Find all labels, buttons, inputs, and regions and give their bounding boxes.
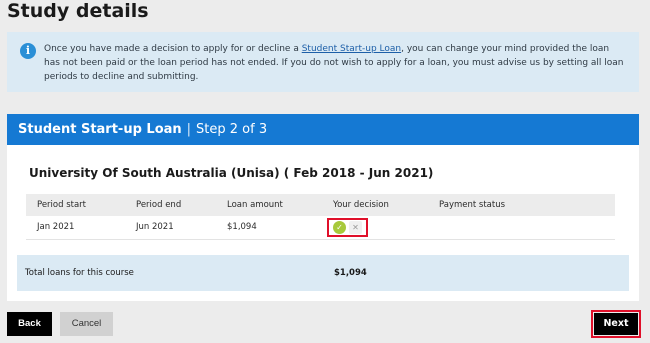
cell-decision: ✓ ✕ — [322, 216, 428, 240]
header-your-decision: Your decision — [322, 194, 428, 216]
step-indicator: Step 2 of 3 — [196, 122, 268, 137]
next-button[interactable]: Next — [594, 313, 638, 335]
student-start-up-loan-link[interactable]: Student Start-up Loan — [302, 44, 401, 54]
accept-check-icon[interactable]: ✓ — [333, 220, 346, 234]
info-text-start: Once you have made a decision to apply f… — [44, 44, 302, 54]
table-header-row: Period start Period end Loan amount Your… — [26, 194, 615, 216]
cell-payment-status — [428, 216, 615, 240]
decline-x-icon[interactable]: ✕ — [349, 220, 362, 234]
loan-table: Period start Period end Loan amount Your… — [26, 194, 615, 240]
next-button-highlight: Next — [591, 310, 641, 338]
decision-toggle: ✓ ✕ — [327, 217, 368, 237]
course-title: University Of South Australia (Unisa) ( … — [29, 166, 434, 180]
total-row: Total loans for this course $1,094 — [17, 255, 629, 291]
step-header: Student Start-up Loan | Step 2 of 3 — [7, 114, 639, 145]
page-title: Study details — [7, 0, 149, 22]
cell-loan-amount: $1,094 — [216, 216, 322, 240]
header-period-end: Period end — [125, 194, 216, 216]
total-value: $1,094 — [334, 268, 367, 278]
back-button[interactable]: Back — [7, 312, 52, 336]
header-period-start: Period start — [26, 194, 125, 216]
info-icon: i — [20, 43, 36, 59]
header-loan-amount: Loan amount — [216, 194, 322, 216]
step-product-name: Student Start-up Loan — [18, 122, 182, 137]
step-separator: | — [186, 122, 192, 137]
cell-period-start: Jan 2021 — [26, 216, 125, 240]
loan-card: University Of South Australia (Unisa) ( … — [7, 145, 639, 301]
info-banner: i Once you have made a decision to apply… — [7, 32, 639, 92]
table-row: Jan 2021 Jun 2021 $1,094 ✓ ✕ — [26, 216, 615, 240]
cell-period-end: Jun 2021 — [125, 216, 216, 240]
header-payment-status: Payment status — [428, 194, 615, 216]
cancel-button[interactable]: Cancel — [60, 312, 113, 336]
total-label: Total loans for this course — [25, 268, 134, 278]
